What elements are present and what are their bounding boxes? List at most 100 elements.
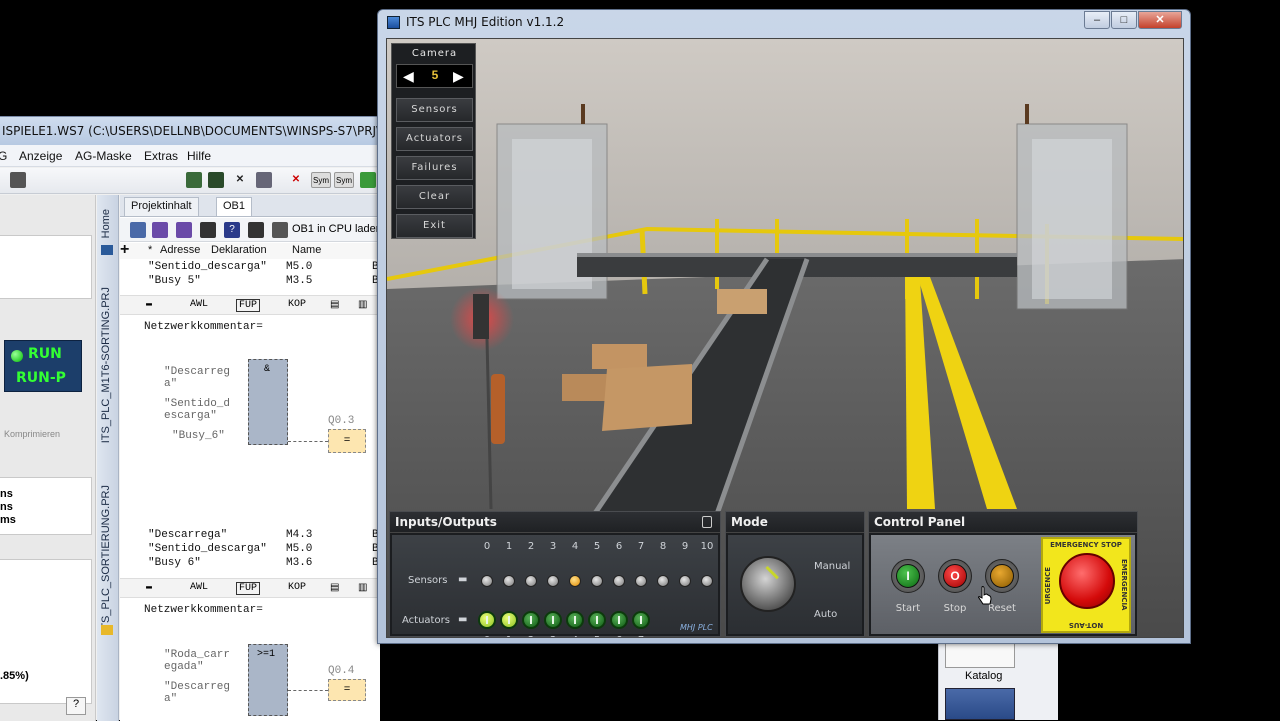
load-cpu-icon[interactable]: [272, 222, 288, 238]
stop-button[interactable]: O: [943, 564, 967, 588]
maximize-button[interactable]: □: [1111, 11, 1137, 29]
start-button[interactable]: I: [896, 564, 920, 588]
output-coil[interactable]: =: [328, 429, 366, 453]
reset-button[interactable]: [990, 564, 1014, 588]
network-icon[interactable]: [186, 172, 202, 188]
symbol-button-2[interactable]: Sym: [334, 172, 354, 188]
symbol-button-1[interactable]: Sym: [311, 172, 331, 188]
x-tool-icon[interactable]: ✕: [232, 172, 248, 188]
add-icon[interactable]: +: [120, 241, 129, 259]
csv-import-icon[interactable]: [152, 222, 168, 238]
module-icon[interactable]: [208, 172, 224, 188]
clear-button[interactable]: Clear: [396, 185, 473, 209]
sensors-button[interactable]: Sensors: [396, 98, 473, 122]
estop-bottom-label: NOT-AUS: [1068, 621, 1104, 629]
doc-icon[interactable]: ▤: [330, 582, 339, 594]
camera-prev-button[interactable]: ◀: [403, 68, 414, 85]
dash: ▬: [458, 574, 468, 585]
komprimieren-button[interactable]: Komprimieren: [4, 429, 60, 439]
fbd-input: "Roda_carr: [164, 649, 231, 661]
fup-button[interactable]: FUP: [236, 582, 261, 595]
awl-button[interactable]: AWL: [190, 582, 208, 593]
catalog-icon[interactable]: [945, 642, 1015, 668]
vtab-project-2[interactable]: ITS_PLC_SORTIERUNG.PRJ: [100, 485, 112, 633]
exit-button[interactable]: Exit: [396, 214, 473, 238]
actuator-led[interactable]: [610, 611, 628, 629]
symbol-address: M5.0: [286, 261, 313, 273]
katalog-label[interactable]: Katalog: [965, 670, 1002, 682]
refresh-icon[interactable]: [360, 172, 376, 188]
camera-next-button[interactable]: ▶: [453, 68, 464, 85]
and-gate[interactable]: &: [248, 359, 288, 445]
sensor-number: 7: [637, 541, 645, 552]
tools-icon[interactable]: [945, 688, 1015, 720]
disconnect-icon[interactable]: ✕: [288, 172, 304, 188]
help-button[interactable]: ?: [66, 697, 86, 715]
actuators-button[interactable]: Actuators: [396, 127, 473, 151]
catalog-panel: Katalog: [938, 640, 1058, 720]
actuator-led[interactable]: [588, 611, 606, 629]
col-adresse: Adresse: [160, 244, 201, 256]
mode-body: Manual Auto: [728, 535, 862, 634]
fbd-input: egada": [164, 661, 204, 673]
menu-item-extras[interactable]: Extras: [144, 149, 178, 163]
menu-item-g[interactable]: G: [0, 149, 7, 163]
csv-export-icon[interactable]: [176, 222, 192, 238]
actuator-led[interactable]: [544, 611, 562, 629]
symbol-address: M5.0: [286, 543, 313, 555]
tab-ob1[interactable]: OB1: [216, 197, 253, 216]
load-cpu-button[interactable]: OB1 in CPU laden: [292, 223, 382, 235]
actuator-led[interactable]: [500, 611, 518, 629]
binoculars-icon[interactable]: [200, 222, 216, 238]
wire: [288, 690, 328, 691]
copy-icon[interactable]: ▥: [358, 582, 367, 594]
collapse-icon[interactable]: ▬: [146, 582, 152, 593]
list-icon[interactable]: [248, 222, 264, 238]
close-button[interactable]: ✕: [1138, 11, 1182, 29]
lock-icon[interactable]: [702, 516, 712, 528]
menu-item-ag-maske[interactable]: AG-Maske: [75, 149, 132, 163]
fbd-input: "Busy_6": [172, 430, 225, 442]
collapse-icon[interactable]: ▬: [146, 299, 152, 310]
print-icon[interactable]: [10, 172, 26, 188]
actuator-led[interactable]: [632, 611, 650, 629]
camera-label: Camera: [411, 48, 458, 59]
actuator-led[interactable]: [478, 611, 496, 629]
mode-auto-label[interactable]: Auto: [814, 609, 837, 620]
or-gate[interactable]: >=1: [248, 644, 288, 716]
menu-item-hilfe[interactable]: Hilfe: [187, 149, 211, 163]
kop-button[interactable]: KOP: [288, 582, 306, 593]
stat-line: ns: [0, 501, 13, 513]
vtab-project-1[interactable]: ITS_PLC_M1T6-SORTING.PRJ: [100, 287, 112, 443]
kop-button[interactable]: KOP: [288, 299, 306, 310]
sensor-led: [635, 575, 647, 587]
left-panel-box-1: [0, 235, 92, 299]
tab-projektinhalt[interactable]: Projektinhalt: [124, 197, 199, 216]
sensor-led: [679, 575, 691, 587]
emergency-stop-button[interactable]: [1059, 553, 1115, 609]
stop-button-ring: O: [938, 559, 972, 593]
mode-title: Mode: [726, 512, 864, 533]
minimize-button[interactable]: –: [1084, 11, 1110, 29]
copy-icon[interactable]: ▥: [358, 299, 367, 311]
network-toolbar-2: ▬ AWL FUP KOP ▤ ▥: [120, 578, 380, 598]
sensors-row-label: Sensors: [408, 575, 448, 586]
actuator-led[interactable]: [522, 611, 540, 629]
failures-button[interactable]: Failures: [396, 156, 473, 180]
save-icon[interactable]: [130, 222, 146, 238]
vtab-home[interactable]: Home: [100, 209, 112, 238]
mode-manual-label[interactable]: Manual: [814, 561, 850, 572]
home-icon: [101, 245, 113, 255]
sensor-number: 3: [549, 541, 557, 552]
fup-button[interactable]: FUP: [236, 299, 261, 312]
actuator-led[interactable]: [566, 611, 584, 629]
mode-selector-knob[interactable]: [740, 556, 796, 612]
menu-item-anzeige[interactable]: Anzeige: [19, 149, 62, 163]
help-icon[interactable]: ?: [224, 222, 240, 238]
stop-label: Stop: [943, 603, 967, 614]
grid-icon[interactable]: [256, 172, 272, 188]
output-coil[interactable]: =: [328, 679, 366, 701]
awl-button[interactable]: AWL: [190, 299, 208, 310]
simulation-viewport[interactable]: Camera ◀ 5 ▶ Sensors Actuators Failures …: [386, 38, 1184, 638]
doc-icon[interactable]: ▤: [330, 299, 339, 311]
